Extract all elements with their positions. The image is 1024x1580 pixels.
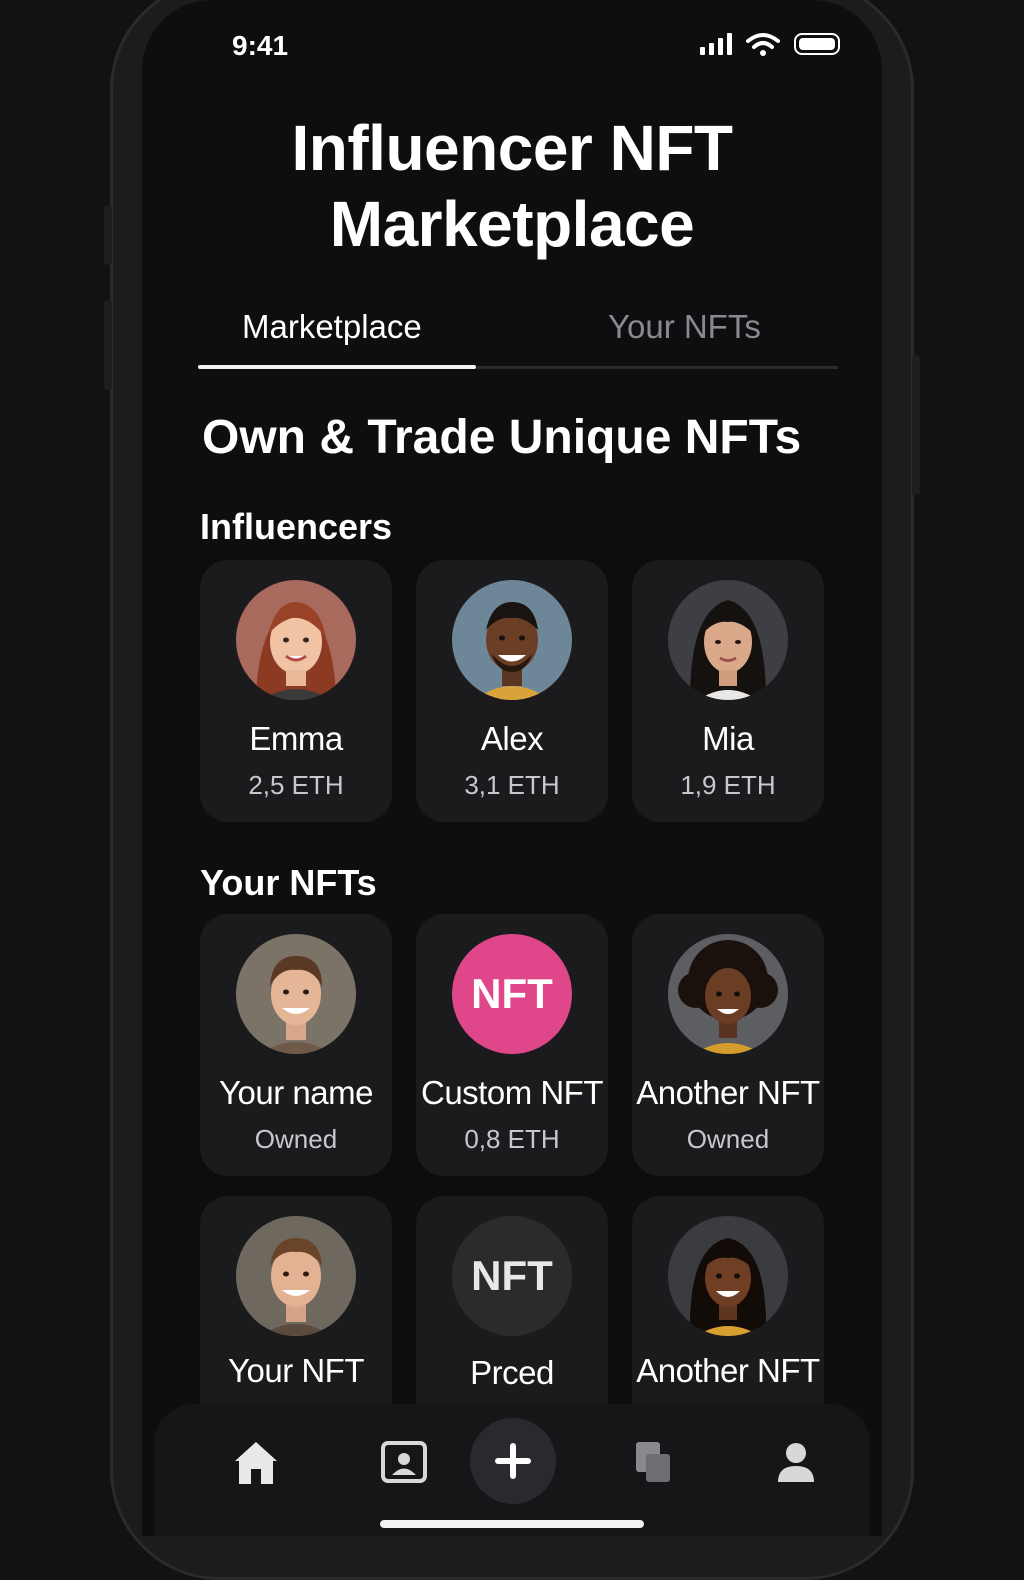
side-button	[912, 355, 920, 495]
card-status: Owned	[254, 1124, 338, 1154]
battery-icon	[794, 33, 840, 55]
card-name: Another NFT	[636, 1352, 820, 1389]
influencer-card-emma[interactable]: Emma 2,5 ETH	[200, 560, 392, 822]
title-line: Influencer NFT	[291, 112, 733, 184]
avatar	[668, 580, 788, 700]
card-name: Emma	[249, 720, 343, 757]
nav-documents[interactable]	[624, 1432, 684, 1492]
card-name: Prced	[470, 1354, 554, 1391]
nav-profile-card[interactable]	[374, 1432, 434, 1492]
card-name: Your name	[219, 1074, 373, 1111]
tab-active-indicator	[198, 365, 476, 369]
tab-bar: Marketplace Your NFTs	[198, 300, 838, 372]
card-status: Owned	[686, 1124, 770, 1154]
status-icons	[700, 32, 840, 56]
nav-home[interactable]	[226, 1432, 286, 1492]
side-button	[104, 205, 112, 265]
wifi-icon	[746, 33, 780, 56]
home-indicator	[380, 1520, 644, 1528]
screen: 9:41 Influencer NFT Marketplace Marketpl…	[142, 0, 882, 1536]
plus-icon	[495, 1443, 531, 1479]
avatar	[236, 934, 356, 1054]
title-line: Marketplace	[329, 188, 695, 260]
user-icon	[778, 1443, 814, 1482]
card-name: Custom NFT	[420, 1074, 604, 1111]
nft-card-custom[interactable]: NFT Custom NFT 0,8 ETH	[416, 914, 608, 1176]
nav-profile[interactable]	[766, 1432, 826, 1492]
headline: Own & Trade Unique NFTs	[202, 411, 802, 464]
card-name: Alex	[480, 720, 544, 757]
avatar	[236, 580, 356, 700]
status-time: 9:41	[232, 30, 289, 61]
card-price: 1,9 ETH	[680, 770, 776, 800]
home-icon	[235, 1442, 277, 1484]
avatar	[668, 1216, 788, 1336]
nft-card-another[interactable]: Another NFT Owned	[632, 914, 824, 1176]
section-title-your-nfts: Your NFTs	[200, 862, 377, 903]
nft-card-your-name[interactable]: Your name Owned	[200, 914, 392, 1176]
tab-marketplace[interactable]: Marketplace	[242, 308, 422, 346]
card-name: Mia	[702, 720, 754, 757]
documents-icon	[636, 1442, 670, 1482]
influencer-card-alex[interactable]: Alex 3,1 ETH	[416, 560, 608, 822]
nav-add-button[interactable]	[470, 1418, 556, 1504]
avatar	[452, 580, 572, 700]
card-name: Another NFT	[636, 1074, 820, 1111]
section-title-influencers: Influencers	[200, 506, 393, 547]
signal-icon	[700, 33, 732, 55]
bottom-nav	[154, 1404, 870, 1536]
influencer-card-mia[interactable]: Mia 1,9 ETH	[632, 560, 824, 822]
avatar	[236, 1216, 356, 1336]
profile-card-icon	[381, 1441, 427, 1483]
nft-badge-icon: NFT	[452, 1216, 572, 1336]
card-price: 0,8 ETH	[464, 1124, 560, 1154]
card-price: 3,1 ETH	[464, 770, 560, 800]
page-title: Influencer NFT Marketplace	[142, 110, 882, 262]
card-name: Your NFT	[228, 1352, 365, 1389]
side-button	[104, 300, 112, 390]
avatar	[668, 934, 788, 1054]
nft-badge-icon: NFT	[452, 934, 572, 1054]
card-price: 2,5 ETH	[248, 770, 344, 800]
tab-your-nfts[interactable]: Your NFTs	[608, 308, 761, 346]
